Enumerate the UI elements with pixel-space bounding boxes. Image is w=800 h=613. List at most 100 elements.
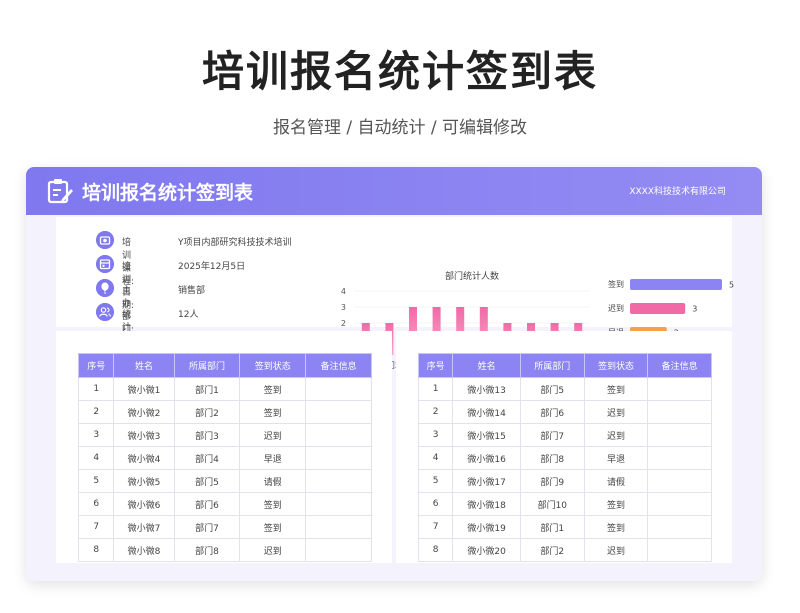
table-cell[interactable]: 部门2 bbox=[173, 400, 241, 424]
column-header: 备注信息 bbox=[647, 353, 712, 378]
table-row: 3 微小微15 部门7 迟到 bbox=[417, 423, 712, 447]
table-cell[interactable]: 部门3 bbox=[173, 423, 241, 447]
table-cell[interactable]: 微小微2 bbox=[113, 400, 175, 424]
table-cell[interactable]: 微小微16 bbox=[452, 446, 521, 470]
table-cell[interactable] bbox=[305, 515, 372, 539]
table-cell[interactable]: 部门5 bbox=[173, 469, 241, 493]
y-tick-label: 4 bbox=[341, 287, 346, 296]
table-cell[interactable]: 7 bbox=[77, 515, 115, 539]
table-cell[interactable]: 微小微14 bbox=[452, 400, 521, 424]
table-cell[interactable]: 微小微17 bbox=[452, 469, 521, 493]
table-cell[interactable] bbox=[647, 469, 712, 493]
table-cell[interactable]: 部门10 bbox=[519, 492, 585, 516]
table-cell[interactable]: 迟到 bbox=[239, 423, 307, 447]
table-panel-right: 序号 姓名 所属部门 签到状态 备注信息 1 微小微13 部门5 签到 2 微小微14 部门6 迟到 3… bbox=[396, 331, 732, 563]
table-cell[interactable]: 3 bbox=[77, 423, 115, 447]
company-name: XXXX科技技术有限公司 bbox=[629, 187, 726, 197]
table-row: 4 微小微16 部门8 早退 bbox=[417, 446, 712, 470]
table-cell[interactable]: 部门7 bbox=[519, 423, 585, 447]
info-value: 12人 bbox=[178, 310, 199, 320]
table-cell[interactable]: 5 bbox=[77, 469, 115, 493]
table-cell[interactable]: 迟到 bbox=[583, 400, 649, 424]
table-cell[interactable] bbox=[647, 400, 712, 424]
table-cell[interactable]: 迟到 bbox=[239, 538, 307, 562]
table-cell[interactable] bbox=[305, 446, 372, 470]
table-cell[interactable]: 签到 bbox=[239, 492, 307, 516]
table-cell[interactable] bbox=[647, 538, 712, 562]
table-cell[interactable]: 微小微3 bbox=[113, 423, 175, 447]
table-cell[interactable]: 早退 bbox=[239, 446, 307, 470]
table-cell[interactable]: 6 bbox=[77, 492, 115, 516]
table-cell[interactable]: 5 bbox=[417, 469, 454, 493]
table-cell[interactable]: 微小微18 bbox=[452, 492, 521, 516]
table-cell[interactable]: 签到 bbox=[239, 515, 307, 539]
sheet-card: 培训报名统计签到表 XXXX科技技术有限公司 培训课程: Y项目内部研究科技技术… bbox=[26, 167, 762, 581]
table-row: 6 微小微6 部门6 签到 bbox=[77, 492, 372, 516]
table-cell[interactable]: 1 bbox=[417, 377, 454, 401]
table-cell[interactable]: 签到 bbox=[583, 515, 649, 539]
table-cell[interactable] bbox=[647, 492, 712, 516]
table-cell[interactable]: 签到 bbox=[239, 377, 307, 401]
table-cell[interactable] bbox=[647, 423, 712, 447]
table-cell[interactable]: 迟到 bbox=[583, 423, 649, 447]
table-cell[interactable] bbox=[305, 377, 372, 401]
table-cell[interactable]: 2 bbox=[417, 400, 454, 424]
table-cell[interactable] bbox=[647, 446, 712, 470]
column-header: 序号 bbox=[417, 353, 454, 378]
page-subtitle: 报名管理 / 自动统计 / 可编辑修改 bbox=[272, 118, 528, 138]
page-title: 培训报名统计签到表 bbox=[201, 47, 598, 96]
table-cell[interactable]: 迟到 bbox=[583, 538, 649, 562]
table-cell[interactable]: 4 bbox=[417, 446, 454, 470]
status-value: 3 bbox=[692, 305, 697, 314]
table-cell[interactable]: 部门9 bbox=[519, 469, 585, 493]
table-cell[interactable]: 部门8 bbox=[173, 538, 241, 562]
table-cell[interactable]: 微小微13 bbox=[452, 377, 521, 401]
table-cell[interactable]: 部门2 bbox=[519, 538, 585, 562]
table-cell[interactable]: 部门4 bbox=[173, 446, 241, 470]
column-header: 签到状态 bbox=[583, 353, 649, 378]
table-cell[interactable]: 部门5 bbox=[519, 377, 585, 401]
table-cell[interactable]: 微小微4 bbox=[113, 446, 175, 470]
table-cell[interactable]: 部门6 bbox=[173, 492, 241, 516]
table-cell[interactable]: 8 bbox=[417, 538, 454, 562]
table-cell[interactable]: 签到 bbox=[239, 400, 307, 424]
table-cell[interactable]: 8 bbox=[77, 538, 115, 562]
status-bar bbox=[630, 303, 686, 314]
table-cell[interactable] bbox=[305, 469, 372, 493]
table-cell[interactable]: 1 bbox=[77, 377, 115, 401]
table-cell[interactable]: 请假 bbox=[239, 469, 307, 493]
table-cell[interactable]: 3 bbox=[417, 423, 454, 447]
info-value: 2025年12月5日 bbox=[178, 262, 246, 272]
table-cell[interactable] bbox=[647, 377, 712, 401]
table-cell[interactable]: 早退 bbox=[583, 446, 649, 470]
edit-document-icon bbox=[47, 179, 73, 204]
table-cell[interactable]: 4 bbox=[77, 446, 115, 470]
y-tick-label: 2 bbox=[341, 319, 346, 328]
table-cell[interactable] bbox=[647, 515, 712, 539]
table-cell[interactable]: 微小微6 bbox=[113, 492, 175, 516]
table-cell[interactable]: 请假 bbox=[583, 469, 649, 493]
table-cell[interactable] bbox=[305, 538, 372, 562]
table-cell[interactable]: 微小微8 bbox=[113, 538, 175, 562]
table-cell[interactable]: 签到 bbox=[583, 377, 649, 401]
table-cell[interactable]: 微小微7 bbox=[113, 515, 175, 539]
table-cell[interactable]: 微小微20 bbox=[452, 538, 521, 562]
table-cell[interactable]: 部门7 bbox=[173, 515, 241, 539]
table-cell[interactable] bbox=[305, 492, 372, 516]
attendance-table-left: 序号 姓名 所属部门 签到状态 备注信息 1 微小微1 部门1 签到 2 微小微2 部门2 签到 3 微小… bbox=[77, 353, 372, 562]
table-cell[interactable]: 部门6 bbox=[519, 400, 585, 424]
table-cell[interactable]: 6 bbox=[417, 492, 454, 516]
table-cell[interactable]: 部门1 bbox=[519, 515, 585, 539]
table-cell[interactable]: 部门8 bbox=[519, 446, 585, 470]
table-cell[interactable]: 微小微15 bbox=[452, 423, 521, 447]
table-cell[interactable]: 部门1 bbox=[173, 377, 241, 401]
table-cell[interactable]: 签到 bbox=[583, 492, 649, 516]
table-cell[interactable] bbox=[305, 423, 372, 447]
table-cell[interactable]: 微小微19 bbox=[452, 515, 521, 539]
table-cell[interactable]: 微小微5 bbox=[113, 469, 175, 493]
column-header: 签到状态 bbox=[239, 353, 307, 378]
table-cell[interactable]: 微小微1 bbox=[113, 377, 175, 401]
table-cell[interactable]: 2 bbox=[77, 400, 115, 424]
table-cell[interactable] bbox=[305, 400, 372, 424]
table-cell[interactable]: 7 bbox=[417, 515, 454, 539]
